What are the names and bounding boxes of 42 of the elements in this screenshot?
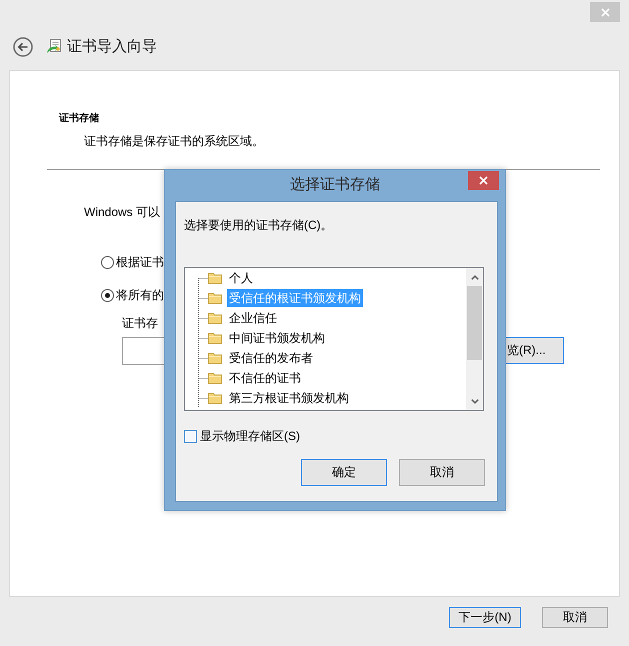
tree-item[interactable]: 第三方根证书颁发机构 xyxy=(227,389,351,407)
folder-icon xyxy=(208,372,222,384)
dialog-prompt: 选择要使用的证书存储(C)。 xyxy=(184,217,333,233)
folder-icon xyxy=(208,272,222,284)
document-arrow-icon xyxy=(46,39,62,55)
close-icon xyxy=(479,176,488,185)
input-field[interactable] xyxy=(122,337,166,365)
folder-icon xyxy=(208,352,222,364)
back-icon xyxy=(13,37,33,57)
close-button[interactable] xyxy=(468,171,499,190)
cancel-button[interactable]: 取消 xyxy=(399,459,485,486)
folder-icon xyxy=(208,332,222,344)
next-button[interactable]: 下一步(N) xyxy=(449,607,521,628)
folder-icon xyxy=(208,392,222,404)
tree-item[interactable]: 企业信任 xyxy=(227,309,279,327)
radio-option[interactable]: 根据证书 xyxy=(101,254,164,270)
tree-item[interactable]: 受信任的发布者 xyxy=(227,349,315,367)
window-title: 证书导入向导 xyxy=(67,37,157,57)
dialog-title: 选择证书存储 xyxy=(290,175,380,195)
ok-button[interactable]: 确定 xyxy=(301,459,387,486)
checkbox-option[interactable]: 显示物理存储区(S) xyxy=(184,428,300,444)
chevron-down-icon xyxy=(470,398,478,404)
scrollbar-thumb[interactable] xyxy=(467,286,482,360)
folder-icon xyxy=(208,292,222,304)
tree-line xyxy=(198,368,208,388)
chevron-up-icon xyxy=(470,274,478,280)
tree-line xyxy=(198,388,208,408)
intro-text: Windows 可以 xyxy=(84,204,160,220)
tree-item[interactable]: 个人 xyxy=(227,269,255,287)
close-icon xyxy=(600,8,610,16)
section-description: 证书存储是保存证书的系统区域。 xyxy=(84,133,264,149)
tree-item[interactable]: 不信任的证书 xyxy=(227,369,303,387)
tree-line xyxy=(198,308,208,328)
tree-line xyxy=(198,348,208,368)
cancel-button[interactable]: 取消 xyxy=(542,607,608,628)
radio-option[interactable]: 将所有的 xyxy=(101,287,164,303)
folder-icon xyxy=(208,312,222,324)
tree-line xyxy=(198,328,208,348)
field-label: 证书存 xyxy=(122,315,158,331)
section-heading: 证书存储 xyxy=(59,112,99,125)
tree-item[interactable]: 中间证书颁发机构 xyxy=(227,329,327,347)
back-button[interactable] xyxy=(13,37,33,57)
